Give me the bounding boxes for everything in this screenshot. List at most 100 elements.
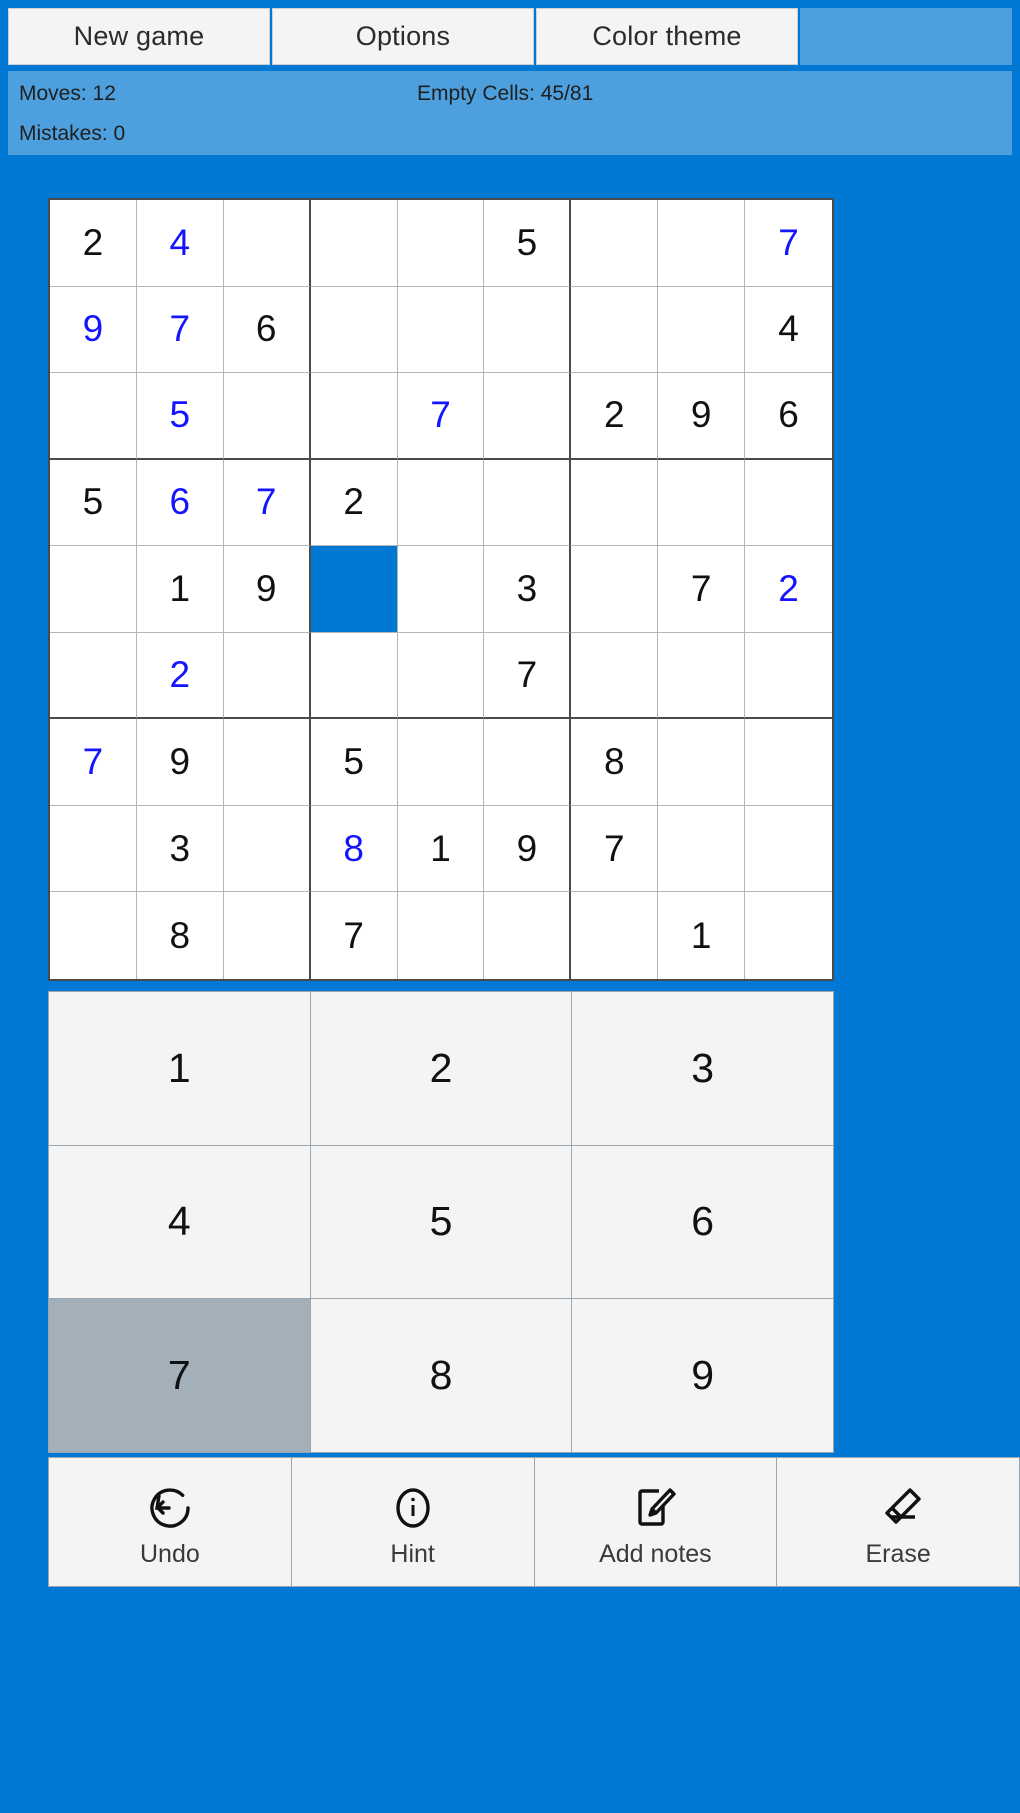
sudoku-cell-r8c4[interactable]: 8 <box>310 805 398 893</box>
undo-button[interactable]: Undo <box>49 1458 291 1586</box>
erase-button[interactable]: Erase <box>777 1458 1019 1586</box>
sudoku-cell-r8c8[interactable] <box>658 805 746 893</box>
sudoku-cell-r2c1[interactable]: 9 <box>50 286 137 374</box>
number-key-6[interactable]: 6 <box>572 1145 833 1299</box>
sudoku-cell-r7c7[interactable]: 8 <box>571 719 659 806</box>
sudoku-cell-r5c1[interactable] <box>50 546 137 633</box>
sudoku-cell-r1c3[interactable] <box>223 200 311 287</box>
number-key-9[interactable]: 9 <box>572 1299 833 1452</box>
sudoku-cell-r4c7[interactable] <box>571 459 659 547</box>
sudoku-cell-r5c4[interactable] <box>310 546 398 633</box>
sudoku-cell-r3c1[interactable] <box>50 373 137 460</box>
number-key-8[interactable]: 8 <box>310 1299 572 1452</box>
sudoku-cell-r8c9[interactable] <box>745 805 832 893</box>
sudoku-cell-r3c4[interactable] <box>310 373 398 460</box>
undo-icon <box>144 1482 196 1534</box>
sudoku-cell-r4c4[interactable]: 2 <box>310 459 398 547</box>
sudoku-cell-r3c9[interactable]: 6 <box>745 373 832 460</box>
sudoku-cell-r8c3[interactable] <box>223 805 311 893</box>
sudoku-cell-r5c2[interactable]: 1 <box>136 546 224 633</box>
sudoku-cell-r8c6[interactable]: 9 <box>484 805 572 893</box>
sudoku-cell-r1c6[interactable]: 5 <box>484 200 572 287</box>
sudoku-cell-r4c9[interactable] <box>745 459 832 547</box>
sudoku-cell-r5c3[interactable]: 9 <box>223 546 311 633</box>
sudoku-cell-r4c5[interactable] <box>397 459 485 547</box>
sudoku-cell-r9c2[interactable]: 8 <box>136 892 224 979</box>
number-key-2[interactable]: 2 <box>310 992 572 1145</box>
sudoku-cell-r1c4[interactable] <box>310 200 398 287</box>
sudoku-cell-r5c8[interactable]: 7 <box>658 546 746 633</box>
sudoku-cell-r1c2[interactable]: 4 <box>136 200 224 287</box>
sudoku-cell-r2c2[interactable]: 7 <box>136 286 224 374</box>
sudoku-cell-r3c5[interactable]: 7 <box>397 373 485 460</box>
hint-button[interactable]: Hint <box>291 1458 534 1586</box>
sudoku-cell-r1c8[interactable] <box>658 200 746 287</box>
sudoku-cell-r6c9[interactable] <box>745 632 832 720</box>
sudoku-cell-r7c6[interactable] <box>484 719 572 806</box>
sudoku-cell-r9c7[interactable] <box>571 892 659 979</box>
sudoku-cell-r8c5[interactable]: 1 <box>397 805 485 893</box>
options-button[interactable]: Options <box>272 8 534 65</box>
sudoku-cell-r2c4[interactable] <box>310 286 398 374</box>
sudoku-cell-r4c6[interactable] <box>484 459 572 547</box>
sudoku-cell-r2c5[interactable] <box>397 286 485 374</box>
sudoku-cell-r1c9[interactable]: 7 <box>745 200 832 287</box>
sudoku-cell-r2c7[interactable] <box>571 286 659 374</box>
color-theme-button[interactable]: Color theme <box>536 8 798 65</box>
sudoku-cell-r8c1[interactable] <box>50 805 137 893</box>
sudoku-cell-r6c4[interactable] <box>310 632 398 720</box>
number-key-7[interactable]: 7 <box>49 1299 310 1452</box>
moves-counter: Moves: 12 <box>19 82 116 105</box>
number-key-1[interactable]: 1 <box>49 992 310 1145</box>
sudoku-cell-r1c7[interactable] <box>571 200 659 287</box>
sudoku-cell-r4c8[interactable] <box>658 459 746 547</box>
sudoku-cell-r8c7[interactable]: 7 <box>571 805 659 893</box>
sudoku-cell-r3c2[interactable]: 5 <box>136 373 224 460</box>
sudoku-cell-r7c9[interactable] <box>745 719 832 806</box>
sudoku-cell-r6c1[interactable] <box>50 632 137 720</box>
sudoku-cell-r4c2[interactable]: 6 <box>136 459 224 547</box>
sudoku-cell-r6c6[interactable]: 7 <box>484 632 572 720</box>
sudoku-cell-r3c8[interactable]: 9 <box>658 373 746 460</box>
sudoku-cell-r1c1[interactable]: 2 <box>50 200 137 287</box>
sudoku-cell-r7c8[interactable] <box>658 719 746 806</box>
sudoku-cell-r2c8[interactable] <box>658 286 746 374</box>
sudoku-cell-r9c5[interactable] <box>397 892 485 979</box>
add-notes-button[interactable]: Add notes <box>534 1458 777 1586</box>
new-game-button[interactable]: New game <box>8 8 270 65</box>
sudoku-cell-r9c4[interactable]: 7 <box>310 892 398 979</box>
sudoku-cell-r3c3[interactable] <box>223 373 311 460</box>
number-key-5[interactable]: 5 <box>310 1145 572 1299</box>
sudoku-cell-r4c1[interactable]: 5 <box>50 459 137 547</box>
sudoku-cell-r6c2[interactable]: 2 <box>136 632 224 720</box>
sudoku-cell-r9c1[interactable] <box>50 892 137 979</box>
sudoku-cell-r6c5[interactable] <box>397 632 485 720</box>
sudoku-cell-r5c6[interactable]: 3 <box>484 546 572 633</box>
sudoku-cell-r9c6[interactable] <box>484 892 572 979</box>
sudoku-cell-r7c2[interactable]: 9 <box>136 719 224 806</box>
sudoku-cell-r9c8[interactable]: 1 <box>658 892 746 979</box>
sudoku-cell-r2c9[interactable]: 4 <box>745 286 832 374</box>
sudoku-cell-r9c9[interactable] <box>745 892 832 979</box>
sudoku-cell-r5c5[interactable] <box>397 546 485 633</box>
sudoku-cell-r5c9[interactable]: 2 <box>745 546 832 633</box>
sudoku-cell-r6c8[interactable] <box>658 632 746 720</box>
sudoku-cell-r9c3[interactable] <box>223 892 311 979</box>
sudoku-cell-r7c5[interactable] <box>397 719 485 806</box>
sudoku-cell-r3c6[interactable] <box>484 373 572 460</box>
sudoku-cell-r1c5[interactable] <box>397 200 485 287</box>
sudoku-cell-r2c6[interactable] <box>484 286 572 374</box>
sudoku-cell-r6c7[interactable] <box>571 632 659 720</box>
sudoku-cell-r4c3[interactable]: 7 <box>223 459 311 547</box>
sudoku-cell-r6c3[interactable] <box>223 632 311 720</box>
number-key-3[interactable]: 3 <box>572 992 833 1145</box>
sudoku-cell-r7c4[interactable]: 5 <box>310 719 398 806</box>
sudoku-cell-r5c7[interactable] <box>571 546 659 633</box>
sudoku-cell-r3c7[interactable]: 2 <box>571 373 659 460</box>
info-icon <box>387 1482 439 1534</box>
sudoku-cell-r2c3[interactable]: 6 <box>223 286 311 374</box>
sudoku-cell-r7c1[interactable]: 7 <box>50 719 137 806</box>
sudoku-cell-r7c3[interactable] <box>223 719 311 806</box>
number-key-4[interactable]: 4 <box>49 1145 310 1299</box>
sudoku-cell-r8c2[interactable]: 3 <box>136 805 224 893</box>
